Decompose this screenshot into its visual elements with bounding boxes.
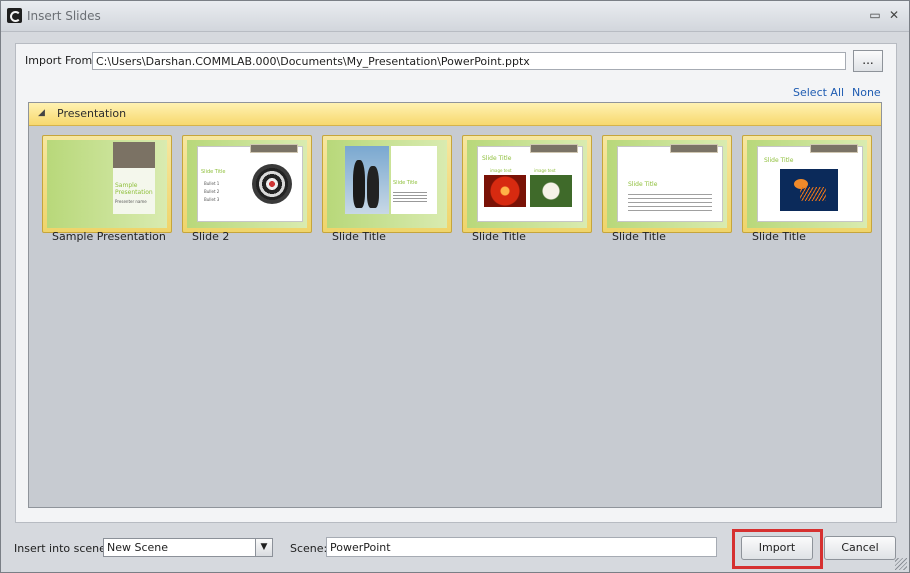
slide-preview: Slide Title image text image text (467, 140, 587, 228)
thumb-title: Slide Title (201, 169, 226, 175)
slide-thumbnail-3[interactable]: Slide Title Slide Title (322, 135, 452, 243)
insert-slides-dialog: Insert Slides ▭ ✕ Import From: ... Selec… (0, 0, 910, 573)
import-path-field[interactable] (92, 52, 846, 70)
slide-paper: Slide Title Bullet 1 Bullet 2 Bullet 3 (197, 144, 303, 222)
collapse-toggle-icon[interactable]: ◢ (38, 108, 45, 118)
title-bar[interactable]: Insert Slides ▭ ✕ (1, 1, 909, 32)
thumb-title: Slide Title (628, 181, 658, 188)
slide-frame: Slide Title Bullet 1 Bullet 2 Bullet 3 (182, 135, 312, 233)
select-all-link[interactable]: Select All (793, 86, 844, 99)
jellyfish-image (780, 169, 838, 211)
slide-frame: Slide Title (322, 135, 452, 233)
thumb-title: Slide Title (393, 180, 418, 186)
thumb-caption: image text (490, 168, 512, 173)
import-button-highlight (732, 529, 823, 569)
select-none-link[interactable]: None (852, 86, 881, 99)
slide-caption: Slide Title (612, 230, 666, 243)
dropdown-value: New Scene (107, 541, 169, 554)
app-logo-icon (7, 8, 22, 23)
penguins-image (345, 146, 389, 214)
slide-preview: Slide Title Bullet 1 Bullet 2 Bullet 3 (187, 140, 307, 228)
slide-thumbnail-2[interactable]: Slide Title Bullet 1 Bullet 2 Bullet 3 S… (182, 135, 312, 243)
flower-image (484, 175, 526, 207)
slide-caption: Slide 2 (192, 230, 230, 243)
group-title: Presentation (57, 107, 127, 120)
thumb-title: Slide Title (482, 155, 512, 162)
slide-frame: Sample Presentation Presenter name (42, 135, 172, 233)
browse-button[interactable]: ... (853, 50, 883, 72)
thumb-bullet: Bullet 2 (204, 189, 220, 194)
scene-name-field[interactable] (326, 537, 717, 557)
slide-thumbnail-5[interactable]: Slide Title Slide Title (602, 135, 732, 243)
thumb-title: Slide Title (764, 157, 794, 164)
slide-gallery: ◢ Presentation Sample Presentation Prese… (28, 102, 882, 508)
window-title: Insert Slides (27, 9, 101, 23)
slide-paper: Slide Title (757, 144, 863, 222)
dartboard-image (252, 164, 292, 204)
slide-caption: Slide Title (752, 230, 806, 243)
dropdown-arrow-icon[interactable]: ▼ (255, 539, 272, 556)
thumb-bullet: Bullet 1 (204, 181, 220, 186)
thumb-title: Sample Presentation (115, 182, 153, 196)
thumb-bullet: Bullet 3 (204, 197, 220, 202)
thumb-caption: image text (534, 168, 556, 173)
resize-grip-icon[interactable] (895, 558, 907, 570)
slide-frame: Slide Title image text image text (462, 135, 592, 233)
slide-frame: Slide Title (602, 135, 732, 233)
slide-caption: Sample Presentation (52, 230, 166, 243)
close-icon[interactable]: ✕ (886, 7, 902, 23)
slide-preview: Slide Title (607, 140, 727, 228)
slide-caption: Slide Title (472, 230, 526, 243)
maximize-icon[interactable]: ▭ (867, 7, 883, 23)
slide-caption: Slide Title (332, 230, 386, 243)
insert-into-scene-label: Insert into scene: (14, 542, 110, 555)
thumb-subtitle: Presenter name (115, 199, 147, 204)
import-from-label: Import From: (25, 54, 96, 67)
cancel-button[interactable]: Cancel (824, 536, 896, 560)
group-header[interactable]: ◢ Presentation (29, 103, 881, 126)
slide-thumbnail-4[interactable]: Slide Title image text image text Slide … (462, 135, 592, 243)
scene-label: Scene: (290, 542, 328, 555)
slide-thumbnail-6[interactable]: Slide Title Slide Title (742, 135, 872, 243)
slide-preview: Slide Title (327, 140, 447, 228)
slide-thumbnail-1[interactable]: Sample Presentation Presenter name Sampl… (42, 135, 172, 243)
slide-preview: Sample Presentation Presenter name (47, 140, 167, 228)
flower-image (530, 175, 572, 207)
insert-into-scene-dropdown[interactable]: New Scene ▼ (103, 538, 273, 557)
slide-preview: Slide Title (747, 140, 867, 228)
slide-frame: Slide Title (742, 135, 872, 233)
slide-paper: Slide Title image text image text (477, 144, 583, 222)
slide-paper: Slide Title (617, 144, 723, 222)
